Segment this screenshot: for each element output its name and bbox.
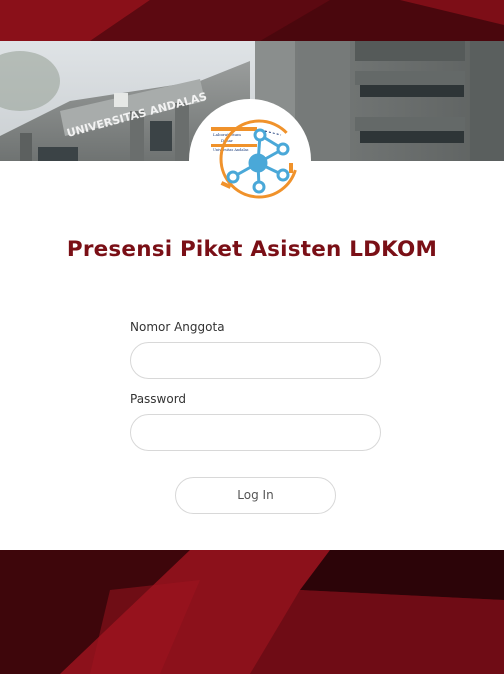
member-number-label: Nomor Anggota (130, 320, 225, 334)
password-input[interactable] (130, 414, 381, 451)
password-label: Password (130, 392, 187, 406)
lab-logo-icon: Laboratorium Dasar Universitas Andalas (211, 119, 297, 199)
background-top (0, 0, 504, 41)
member-number-input[interactable] (130, 342, 381, 379)
page-title: Presensi Piket Asisten LDKOM (66, 237, 438, 262)
lab-logo: Laboratorium Dasar Universitas Andalas (189, 99, 311, 221)
login-button[interactable]: Log In (175, 477, 336, 514)
background-bottom (0, 550, 504, 674)
login-card: UNIVERSITAS ANDALAS Laboratorium Dasar U… (0, 41, 504, 550)
logo-text-line3: Universitas Andalas (213, 148, 249, 152)
login-page: UNIVERSITAS ANDALAS Laboratorium Dasar U… (0, 0, 504, 674)
